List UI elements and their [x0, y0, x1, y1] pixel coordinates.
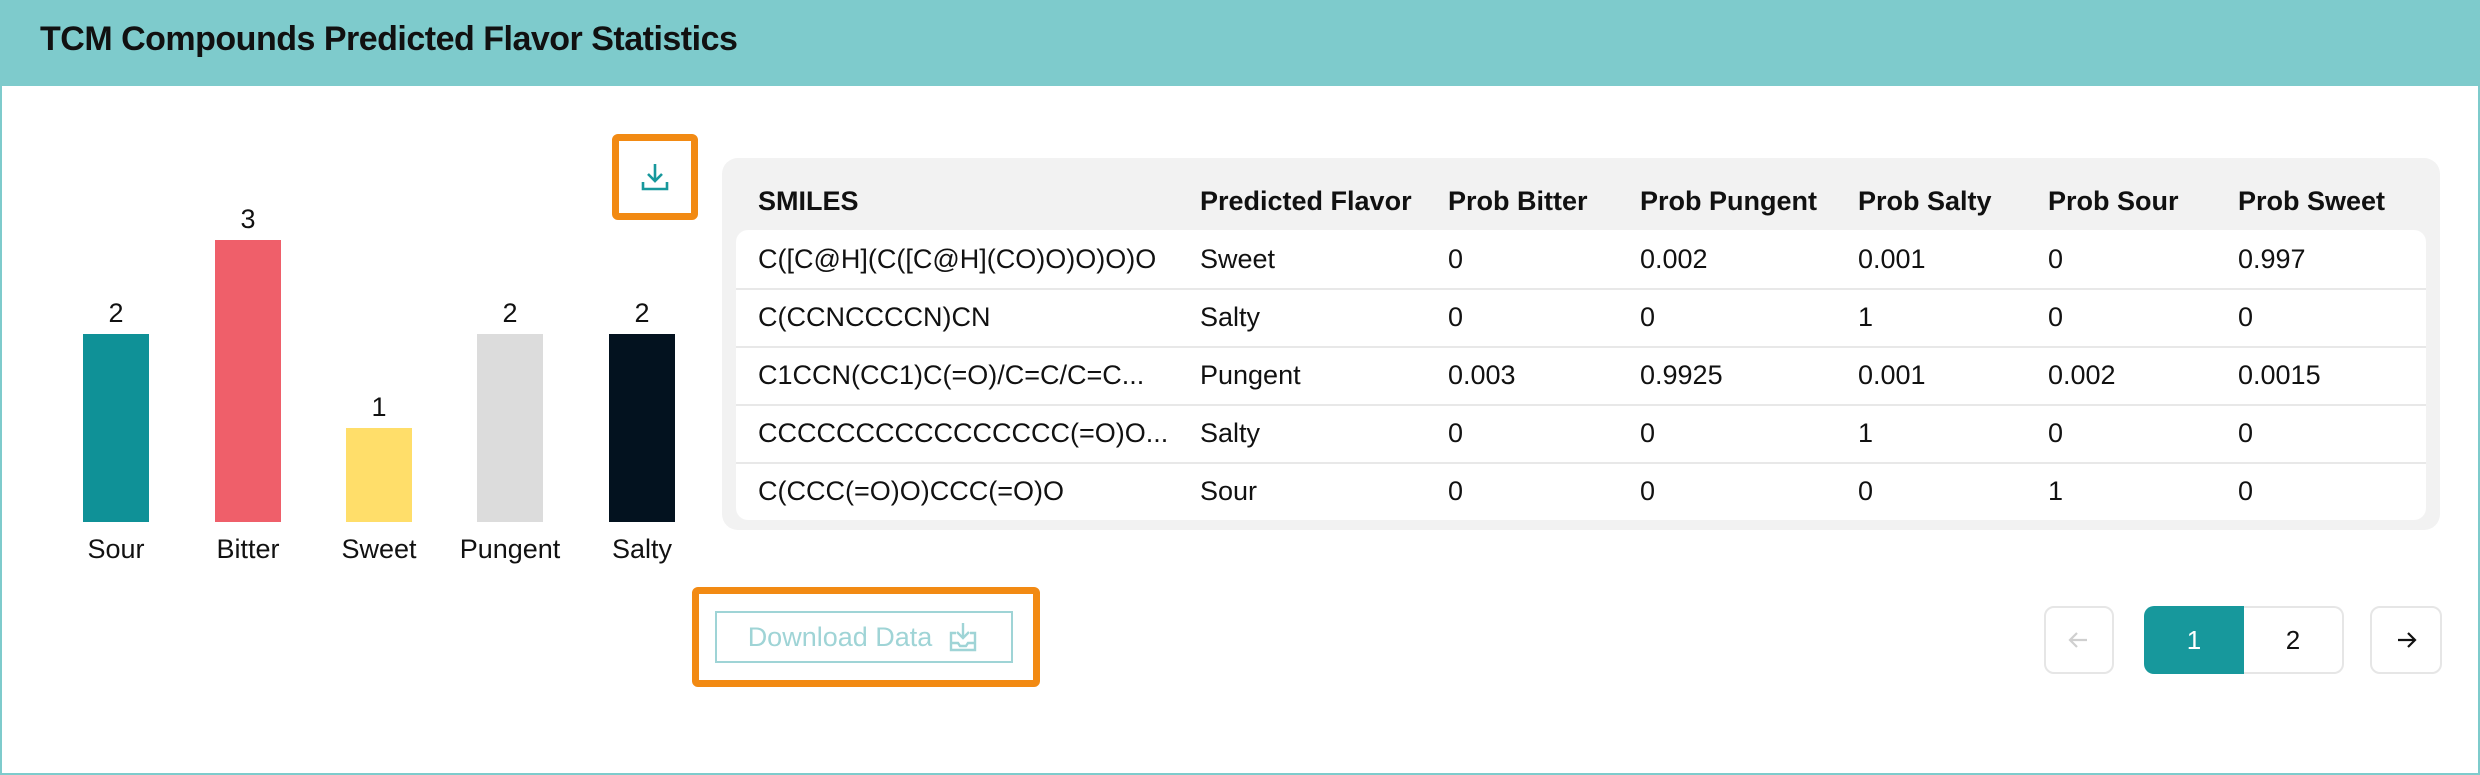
category-label-sweet: Sweet [341, 534, 417, 564]
bar-salty[interactable] [609, 334, 675, 522]
pagination-next-button[interactable] [2370, 606, 2442, 674]
column-header-prob-sweet[interactable]: Prob Sweet [2238, 186, 2385, 217]
cell-smiles: C(CCC(=O)O)CCC(=O)O [758, 476, 1064, 506]
download-data-label: Download Data [747, 621, 933, 652]
download-icon-highlight [612, 134, 698, 220]
bar-value-label-salty: 2 [634, 298, 649, 328]
download-icon[interactable] [638, 160, 672, 194]
cell-smiles: C1CCN(CC1)C(=O)/C=C/C=C... [758, 360, 1145, 390]
cell-predicted-flavor: Sour [1200, 476, 1258, 506]
category-label-sour: Sour [87, 534, 144, 564]
cell-predicted-flavor: Pungent [1200, 360, 1301, 390]
cell-prob-pungent: 0.002 [1640, 244, 1708, 274]
cell-prob-salty: 0 [1858, 476, 1874, 506]
table-body: C([C@H](C([C@H](CO)O)O)O)O Sweet 0 0.002… [736, 230, 2426, 520]
cell-prob-bitter: 0 [1448, 476, 1464, 506]
cell-prob-sour: 0 [2048, 418, 2064, 448]
cell-prob-sour: 0 [2048, 244, 2064, 274]
download-data-button[interactable]: Download Data [715, 611, 1013, 663]
column-header-prob-bitter[interactable]: Prob Bitter [1448, 186, 1588, 217]
category-label-bitter: Bitter [216, 534, 279, 564]
cell-prob-sour: 1 [2048, 476, 2064, 506]
table-row[interactable]: C1CCN(CC1)C(=O)/C=C/C=C... Pungent 0.003… [736, 346, 2426, 406]
cell-prob-pungent: 0 [1640, 418, 1656, 448]
cell-predicted-flavor: Salty [1200, 418, 1261, 448]
panel-header: TCM Compounds Predicted Flavor Statistic… [2, 2, 2478, 86]
table-row[interactable]: C(CCNCCCCN)CN Salty 0 0 1 0 0 [736, 288, 2426, 348]
cell-prob-salty: 0.001 [1858, 360, 1926, 390]
cell-prob-bitter: 0 [1448, 244, 1464, 274]
column-header-prob-pungent[interactable]: Prob Pungent [1640, 186, 1817, 217]
cell-prob-sweet: 0 [2238, 302, 2254, 332]
pagination-page-2[interactable]: 2 [2244, 606, 2344, 674]
bar-value-label-bitter: 3 [240, 204, 255, 234]
cell-prob-sweet: 0.997 [2238, 244, 2306, 274]
cell-prob-sour: 0.002 [2048, 360, 2116, 390]
arrow-right-icon [2393, 627, 2419, 653]
cell-prob-pungent: 0.9925 [1640, 360, 1723, 390]
flavor-table: SMILES Predicted Flavor Prob Bitter Prob… [722, 158, 2440, 530]
flavor-bar-chart: 2 Sour 3 Bitter 1 Sweet 2 Pungent 2 Salty [83, 204, 675, 564]
table-row[interactable]: C(CCC(=O)O)CCC(=O)O Sour 0 0 0 1 0 [736, 462, 2426, 520]
cell-prob-pungent: 0 [1640, 302, 1656, 332]
download-data-highlight: Download Data [692, 587, 1040, 687]
bar-pungent[interactable] [477, 334, 543, 522]
arrow-left-icon [2066, 627, 2092, 653]
column-header-smiles[interactable]: SMILES [758, 186, 859, 217]
cell-prob-sweet: 0 [2238, 418, 2254, 448]
cell-prob-bitter: 0 [1448, 418, 1464, 448]
table-header-row: SMILES Predicted Flavor Prob Bitter Prob… [722, 158, 2440, 230]
bar-sweet[interactable] [346, 428, 412, 522]
cell-smiles: C([C@H](C([C@H](CO)O)O)O)O [758, 244, 1157, 274]
bar-value-label-pungent: 2 [502, 298, 517, 328]
category-label-salty: Salty [612, 534, 673, 564]
column-header-prob-sour[interactable]: Prob Sour [2048, 186, 2179, 217]
cell-prob-sweet: 0.0015 [2238, 360, 2321, 390]
cell-predicted-flavor: Sweet [1200, 244, 1276, 274]
cell-smiles: CCCCCCCCCCCCCCCC(=O)O... [758, 418, 1169, 448]
cell-prob-salty: 1 [1858, 418, 1874, 448]
column-header-prob-salty[interactable]: Prob Salty [1858, 186, 1992, 217]
category-label-pungent: Pungent [460, 534, 561, 564]
bar-bitter[interactable] [215, 240, 281, 522]
cell-smiles: C(CCNCCCCN)CN [758, 302, 991, 332]
cell-prob-salty: 1 [1858, 302, 1874, 332]
cell-prob-sour: 0 [2048, 302, 2064, 332]
pagination-page-1[interactable]: 1 [2144, 606, 2244, 674]
cell-prob-salty: 0.001 [1858, 244, 1926, 274]
bar-sour[interactable] [83, 334, 149, 522]
cell-prob-sweet: 0 [2238, 476, 2254, 506]
bar-value-label-sweet: 1 [371, 392, 386, 422]
table-row[interactable]: CCCCCCCCCCCCCCCC(=O)O... Salty 0 0 1 0 0 [736, 404, 2426, 464]
cell-prob-bitter: 0 [1448, 302, 1464, 332]
table-row[interactable]: C([C@H](C([C@H](CO)O)O)O)O Sweet 0 0.002… [736, 230, 2426, 290]
cell-prob-bitter: 0.003 [1448, 360, 1516, 390]
download-tray-icon [946, 620, 980, 654]
cell-prob-pungent: 0 [1640, 476, 1656, 506]
cell-predicted-flavor: Salty [1200, 302, 1261, 332]
column-header-predicted-flavor[interactable]: Predicted Flavor [1200, 186, 1412, 217]
bar-value-label-sour: 2 [108, 298, 123, 328]
pagination-prev-button[interactable] [2044, 606, 2114, 674]
panel-title: TCM Compounds Predicted Flavor Statistic… [40, 20, 738, 58]
